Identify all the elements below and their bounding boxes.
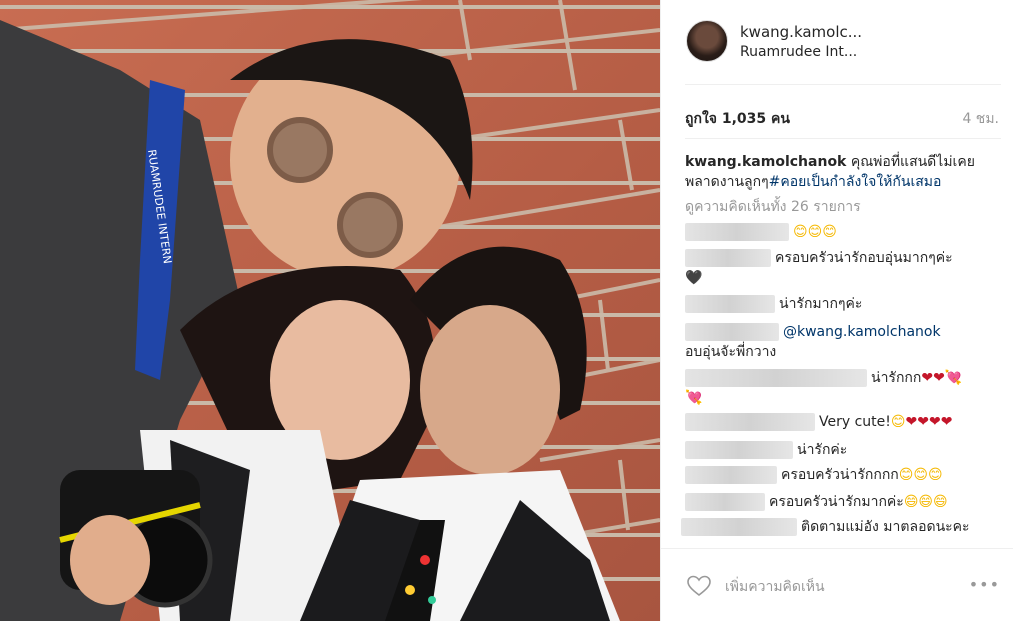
more-options-icon[interactable]: •••	[969, 575, 1000, 594]
comment-text: น่ารักค่ะ	[797, 442, 848, 458]
likes-count[interactable]: ถูกใจ 1,035 คน	[685, 108, 790, 130]
post-photo[interactable]: RUAMRUDEE INTERN	[0, 0, 660, 621]
comment-item: น่ารักกก❤❤💘 💘	[685, 368, 985, 408]
comment-item: ครอบครัวน่ารักมากค่ะ😄😄😄	[685, 492, 985, 512]
comment-username-blurred[interactable]	[685, 441, 793, 459]
comment-hearts: ❤❤💘	[921, 370, 963, 386]
header-divider	[685, 84, 1001, 85]
comment-username-blurred[interactable]	[685, 223, 789, 241]
comment-username-blurred[interactable]	[685, 369, 867, 387]
avatar[interactable]	[686, 20, 728, 62]
comment-text: น่ารักกก	[871, 370, 922, 386]
comment-item: ติดตามแม่อัง มาตลอดนะคะ	[681, 517, 999, 537]
comment-text: อบอุ่นจัะพี่กวาง	[685, 344, 777, 360]
post-header: kwang.kamolc... Ruamrudee Int...	[661, 0, 1013, 84]
add-comment-input[interactable]: เพิ่มความคิดเห็น	[725, 576, 825, 598]
comment-username-blurred[interactable]	[685, 323, 779, 341]
location-link[interactable]: Ruamrudee Int...	[740, 44, 857, 60]
comment-emoji: 🖤	[685, 270, 703, 286]
comment-item: ครอบครัวน่ารักกกก😊😊😊	[685, 465, 985, 485]
comment-text: 😊😊😊	[793, 224, 837, 240]
comment-username-blurred[interactable]	[681, 518, 797, 536]
post-actions-bar: เพิ่มความคิดเห็น •••	[661, 548, 1013, 621]
comment-item: Very cute!😊❤❤❤❤	[685, 412, 985, 432]
comment-item: น่ารักมากๆค่ะ	[685, 294, 985, 314]
likes-divider	[685, 138, 1001, 139]
comment-username-blurred[interactable]	[685, 249, 771, 267]
comment-text: ครอบครัวน่ารักมากค่ะ	[769, 494, 904, 510]
comment-text: น่ารักมากๆค่ะ	[779, 296, 863, 312]
comment-item: ครอบครัวน่ารักอบอุ่นมากๆค่ะ 🖤	[685, 248, 985, 288]
comment-username-blurred[interactable]	[685, 413, 815, 431]
comment-item: น่ารักค่ะ	[685, 440, 985, 460]
post-side-panel: kwang.kamolc... Ruamrudee Int... ถูกใจ 1…	[660, 0, 1013, 621]
comment-emoji: 😄😄😄	[903, 494, 948, 510]
comment-item: @kwang.kamolchanok อบอุ่นจัะพี่กวาง	[685, 322, 985, 362]
comment-item: 😊😊😊	[685, 222, 985, 242]
comment-mention[interactable]: @kwang.kamolchanok	[783, 324, 941, 340]
comment-text: ครอบครัวน่ารักอบอุ่นมากๆค่ะ	[775, 250, 953, 266]
like-heart-icon[interactable]	[687, 575, 711, 597]
comment-emoji: 😊😊😊	[898, 467, 943, 483]
username-link[interactable]: kwang.kamolc...	[740, 23, 862, 41]
family-selfie-image: RUAMRUDEE INTERN	[0, 0, 660, 621]
view-all-comments-link[interactable]: ดูความคิดเห็นทั้ง 26 รายการ	[685, 196, 861, 218]
caption-username[interactable]: kwang.kamolchanok	[685, 154, 846, 170]
comment-text: ติดตามแม่อัง มาตลอดนะคะ	[801, 519, 970, 535]
comment-username-blurred[interactable]	[685, 295, 775, 313]
post-time[interactable]: 4 ชม.	[962, 108, 999, 130]
comment-text: ครอบครัวน่ารักกกก	[781, 467, 899, 483]
comment-hearts: ❤❤❤❤	[905, 414, 953, 430]
caption-hashtag[interactable]: #คอยเป็นกำลังใจให้กันเสมอ	[769, 174, 942, 190]
comment-text: Very cute!	[819, 414, 891, 430]
comment-username-blurred[interactable]	[685, 466, 777, 484]
comment-emoji: 😊	[890, 414, 906, 430]
comment-username-blurred[interactable]	[685, 493, 765, 511]
comment-emoji: 💘	[685, 390, 703, 406]
caption: kwang.kamolchanok คุณพ่อที่แสนดีไม่เคยพล…	[685, 152, 985, 192]
